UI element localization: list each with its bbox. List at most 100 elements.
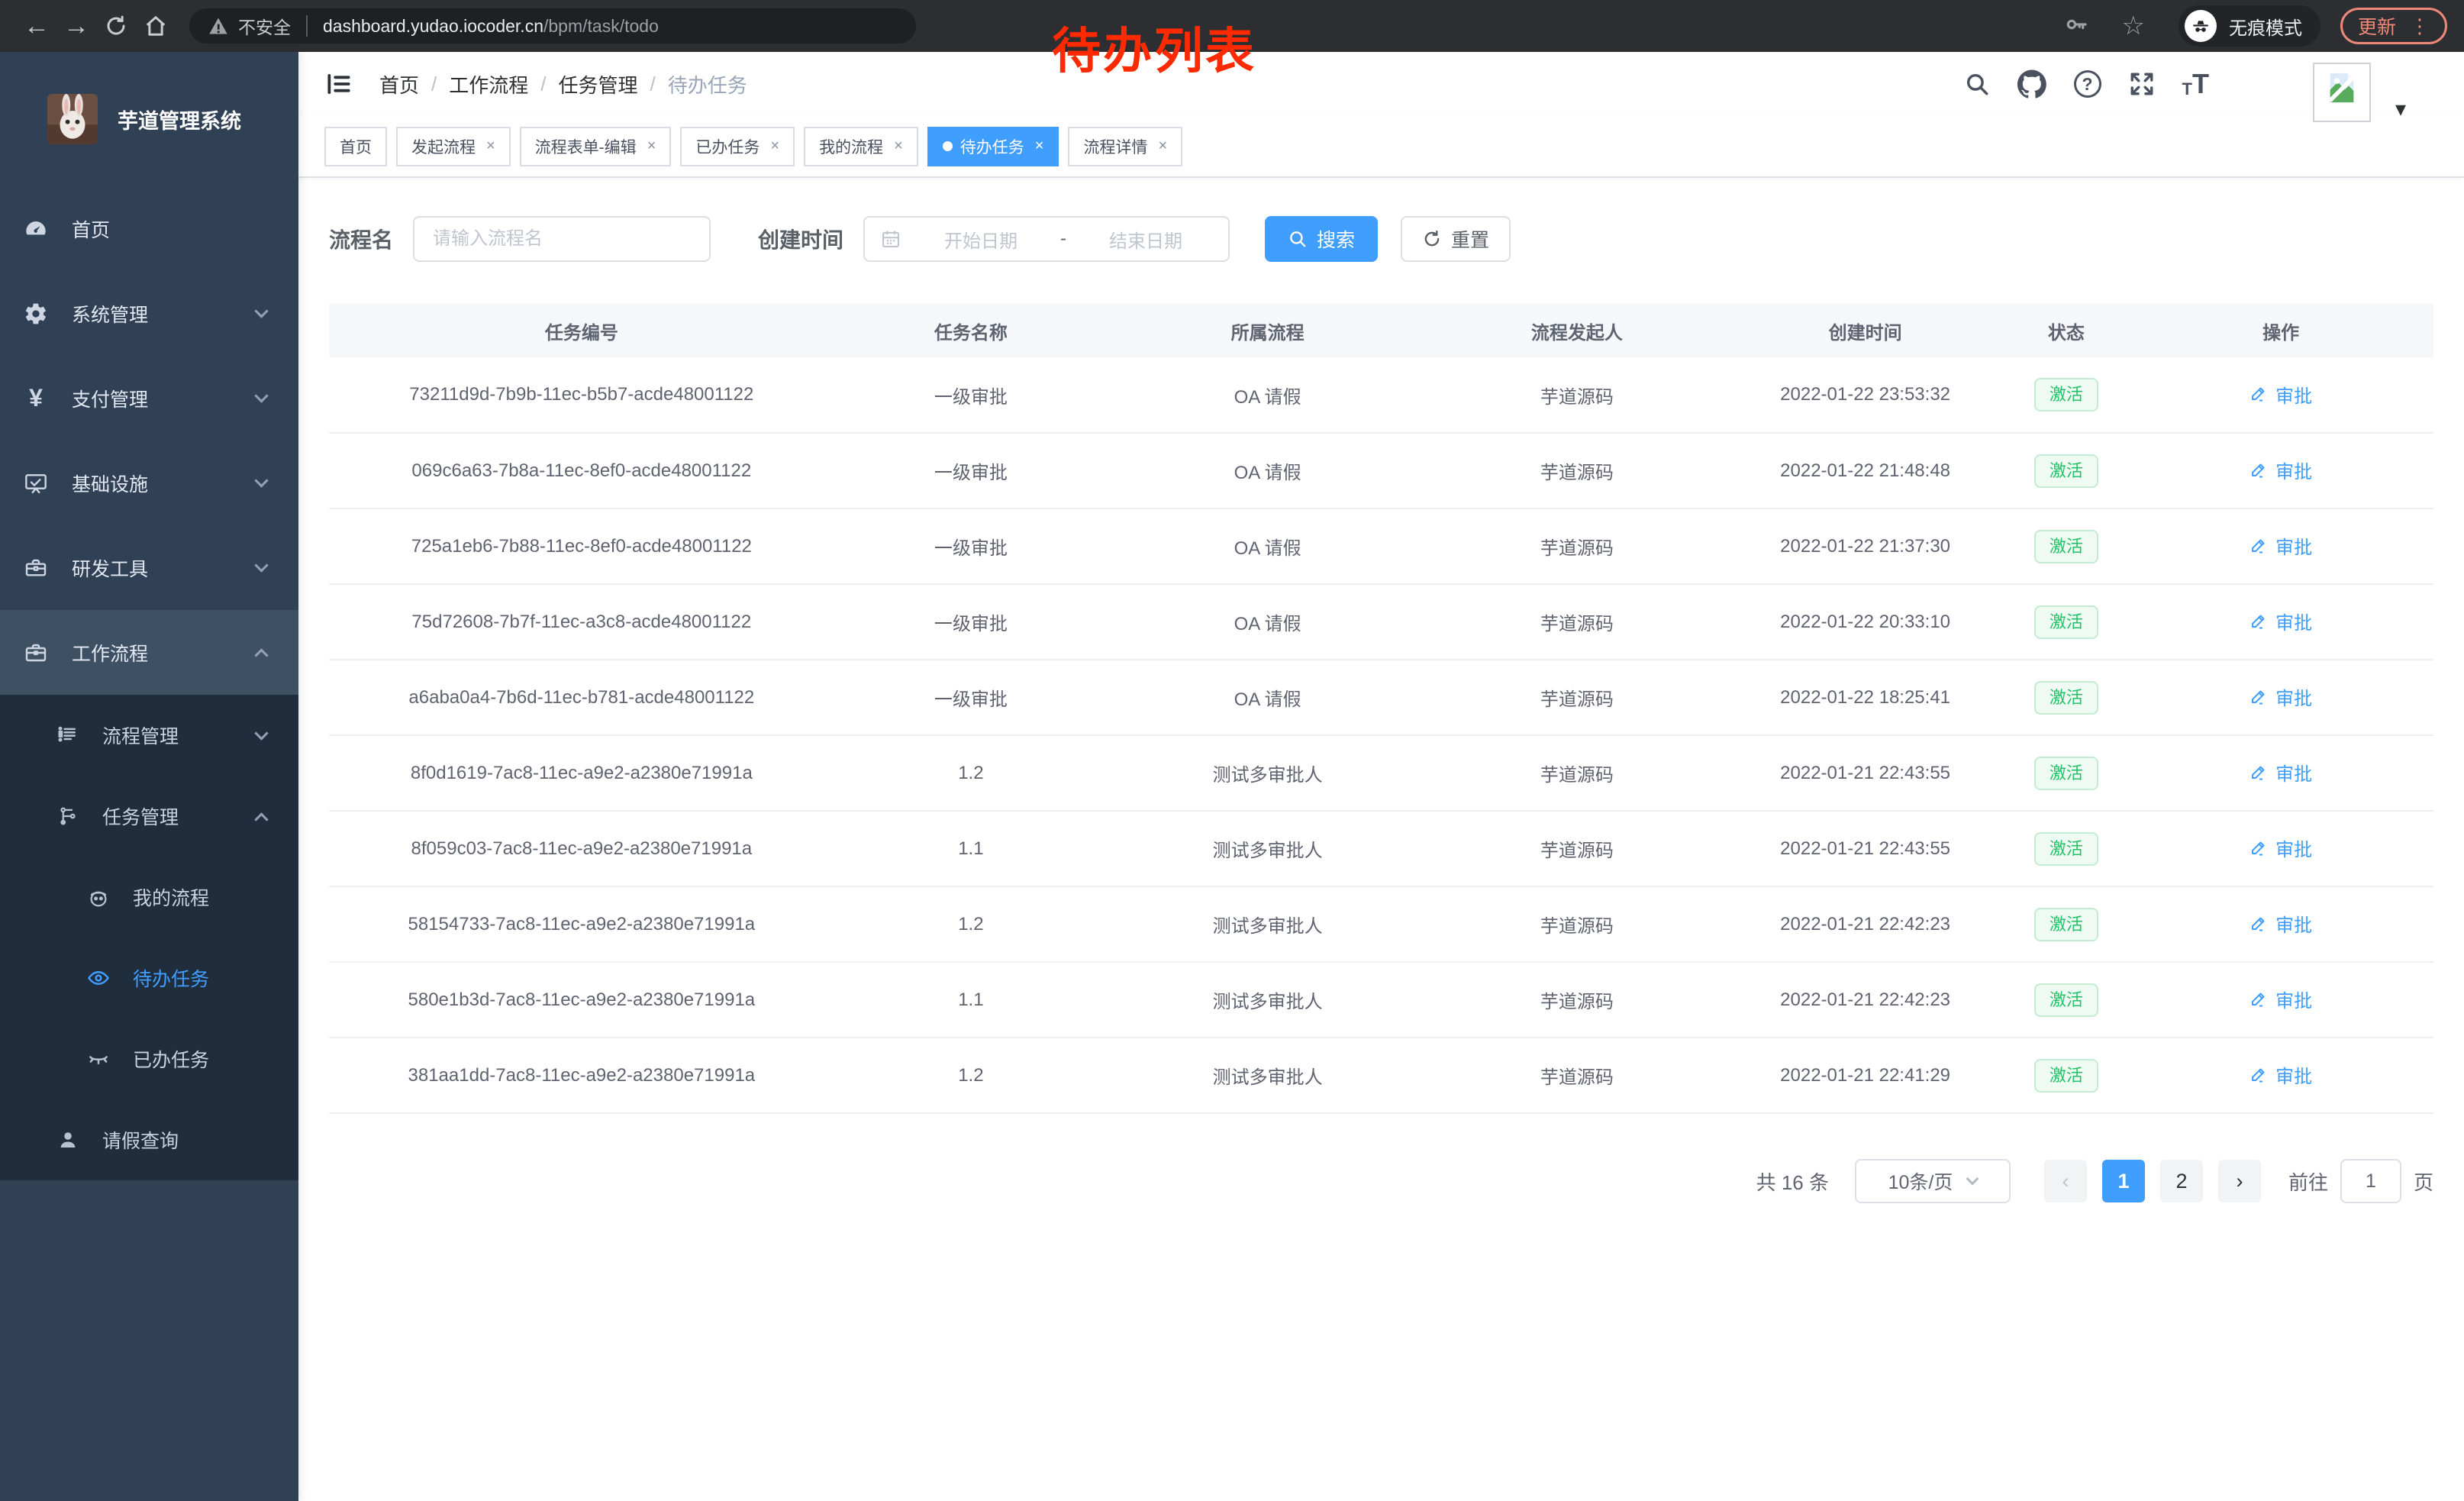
user-avatar[interactable] (2313, 63, 2371, 122)
status-badge: 激活 (2034, 605, 2098, 639)
browser-update-button[interactable]: 更新 ⋮ (2340, 8, 2447, 44)
sidebar-toggle-button[interactable] (324, 69, 353, 98)
cell-actions: 审批 (2128, 811, 2433, 886)
close-icon[interactable]: × (894, 137, 903, 155)
sidebar-item-my-process[interactable]: 我的流程 (0, 857, 298, 938)
status-badge: 激活 (2034, 1059, 2098, 1093)
home-icon (144, 15, 167, 37)
tab-my-process[interactable]: 我的流程 × (804, 127, 918, 166)
sidebar-item-done-task[interactable]: 已办任务 (0, 1018, 298, 1099)
browser-reload-button[interactable] (96, 6, 136, 46)
sidebar-item-todo-task[interactable]: 待办任务 (0, 938, 298, 1018)
browser-menu-icon[interactable]: ⋮ (2410, 15, 2430, 38)
breadcrumb-workflow[interactable]: 工作流程 (449, 70, 528, 98)
edit-pen-icon (2250, 688, 2268, 706)
tab-done-task[interactable]: 已办任务 × (680, 127, 795, 166)
tab-start-process[interactable]: 发起流程 × (396, 127, 511, 166)
browser-forward-button[interactable]: → (56, 6, 96, 46)
sidebar-item-infra[interactable]: 基础设施 (0, 441, 298, 525)
approve-link[interactable]: 审批 (2250, 381, 2312, 408)
page-button-2[interactable]: 2 (2160, 1160, 2203, 1202)
approve-link[interactable]: 审批 (2250, 608, 2312, 634)
app-logo: 芋道管理系统 (0, 52, 298, 186)
approve-link-label: 审批 (2275, 834, 2312, 861)
font-size-button[interactable]: TT (2182, 70, 2209, 98)
approve-link[interactable]: 审批 (2250, 532, 2312, 559)
sidebar-item-home[interactable]: 首页 (0, 186, 298, 271)
table-row: 8f0d1619-7ac8-11ec-a9e2-a2380e71991a 1.2… (329, 735, 2433, 811)
cell-actions: 审批 (2128, 433, 2433, 508)
approve-link[interactable]: 审批 (2250, 457, 2312, 483)
approve-link[interactable]: 审批 (2250, 759, 2312, 786)
tab-todo-task[interactable]: 待办任务 × (927, 127, 1059, 166)
breadcrumb-current: 待办任务 (668, 70, 747, 98)
cell-process: OA 请假 (1108, 584, 1427, 660)
approve-link[interactable]: 审批 (2250, 1061, 2312, 1088)
browser-back-button[interactable]: ← (17, 6, 56, 46)
address-bar[interactable]: 不安全 dashboard.yudao.iocoder.cn/bpm/task/… (189, 8, 916, 44)
dashboard-icon (23, 217, 49, 241)
next-page-button[interactable]: › (2218, 1160, 2261, 1202)
header-search-button[interactable] (1964, 71, 1990, 97)
page-url[interactable]: dashboard.yudao.iocoder.cn/bpm/task/todo (323, 16, 659, 37)
table-row: 75d72608-7b7f-11ec-a3c8-acde48001122 一级审… (329, 584, 2433, 660)
sidebar-item-leave-query[interactable]: 请假查询 (0, 1099, 298, 1180)
breadcrumb-task-mgmt[interactable]: 任务管理 (559, 70, 638, 98)
security-label[interactable]: 不安全 (238, 13, 291, 39)
table-row: 8f059c03-7ac8-11ec-a9e2-a2380e71991a 1.1… (329, 811, 2433, 886)
tab-home[interactable]: 首页 (324, 127, 387, 166)
edit-pen-icon (2250, 915, 2268, 933)
bookmark-star-icon[interactable]: ☆ (2122, 11, 2145, 41)
sidebar-item-pay[interactable]: ¥ 支付管理 (0, 356, 298, 441)
sidebar-item-devtools[interactable]: 研发工具 (0, 525, 298, 610)
breadcrumb-home[interactable]: 首页 (379, 70, 419, 98)
help-button[interactable]: ? (2074, 70, 2101, 98)
search-button[interactable]: 搜索 (1265, 216, 1378, 262)
status-badge: 激活 (2034, 530, 2098, 563)
close-icon[interactable]: × (770, 137, 779, 155)
close-icon[interactable]: × (486, 137, 495, 155)
github-link[interactable] (2017, 69, 2046, 98)
sidebar-item-label: 工作流程 (72, 639, 148, 667)
close-icon[interactable]: × (1158, 137, 1167, 155)
fullscreen-button[interactable] (2129, 71, 2155, 97)
sidebar-item-label: 支付管理 (72, 385, 148, 412)
avatar-caret-icon[interactable]: ▾ (2395, 96, 2406, 121)
cell-task-name: 1.2 (834, 1038, 1108, 1113)
cell-status: 激活 (2004, 660, 2129, 735)
cell-task-id: 75d72608-7b7f-11ec-a3c8-acde48001122 (329, 584, 834, 660)
chevron-up-icon (254, 648, 268, 662)
date-range-picker[interactable]: 开始日期 - 结束日期 (863, 216, 1230, 262)
approve-link[interactable]: 审批 (2250, 910, 2312, 937)
prev-page-button[interactable]: ‹ (2044, 1160, 2087, 1202)
close-icon[interactable]: × (1035, 137, 1044, 155)
close-icon[interactable]: × (647, 137, 656, 155)
sidebar-item-label: 任务管理 (102, 802, 179, 830)
cell-task-id: 8f059c03-7ac8-11ec-a9e2-a2380e71991a (329, 811, 834, 886)
sidebar: 芋道管理系统 首页 系统管理 ¥ 支付管理 (0, 52, 298, 1501)
sidebar-item-system[interactable]: 系统管理 (0, 271, 298, 356)
page-size-select[interactable]: 10条/页 (1855, 1159, 2011, 1203)
tab-label: 流程详情 (1083, 135, 1147, 158)
goto-page-input[interactable] (2340, 1159, 2401, 1203)
search-form: 流程名 创建时间 开始日期 - 结束日期 搜索 (329, 216, 2433, 262)
task-table: 任务编号 任务名称 所属流程 流程发起人 创建时间 状态 操作 73211d9d… (329, 304, 2433, 1114)
browser-home-button[interactable] (136, 6, 176, 46)
sidebar-item-task-mgmt[interactable]: 任务管理 (0, 776, 298, 857)
tab-process-form-edit[interactable]: 流程表单-编辑 × (520, 127, 672, 166)
tab-label: 已办任务 (695, 135, 760, 158)
cell-process: OA 请假 (1108, 508, 1427, 584)
tab-process-detail[interactable]: 流程详情 × (1068, 127, 1182, 166)
sidebar-item-process-mgmt[interactable]: 流程管理 (0, 695, 298, 776)
approve-link[interactable]: 审批 (2250, 683, 2312, 710)
reset-button[interactable]: 重置 (1401, 216, 1511, 262)
approve-link-label: 审批 (2275, 759, 2312, 786)
process-name-input[interactable] (413, 216, 711, 262)
sidebar-item-workflow[interactable]: 工作流程 (0, 610, 298, 695)
page-button-1[interactable]: 1 (2102, 1160, 2145, 1202)
password-key-icon[interactable] (2064, 12, 2088, 40)
approve-link[interactable]: 审批 (2250, 986, 2312, 1012)
list-icon (55, 724, 81, 747)
toolbox-icon (23, 556, 49, 580)
approve-link[interactable]: 审批 (2250, 834, 2312, 861)
